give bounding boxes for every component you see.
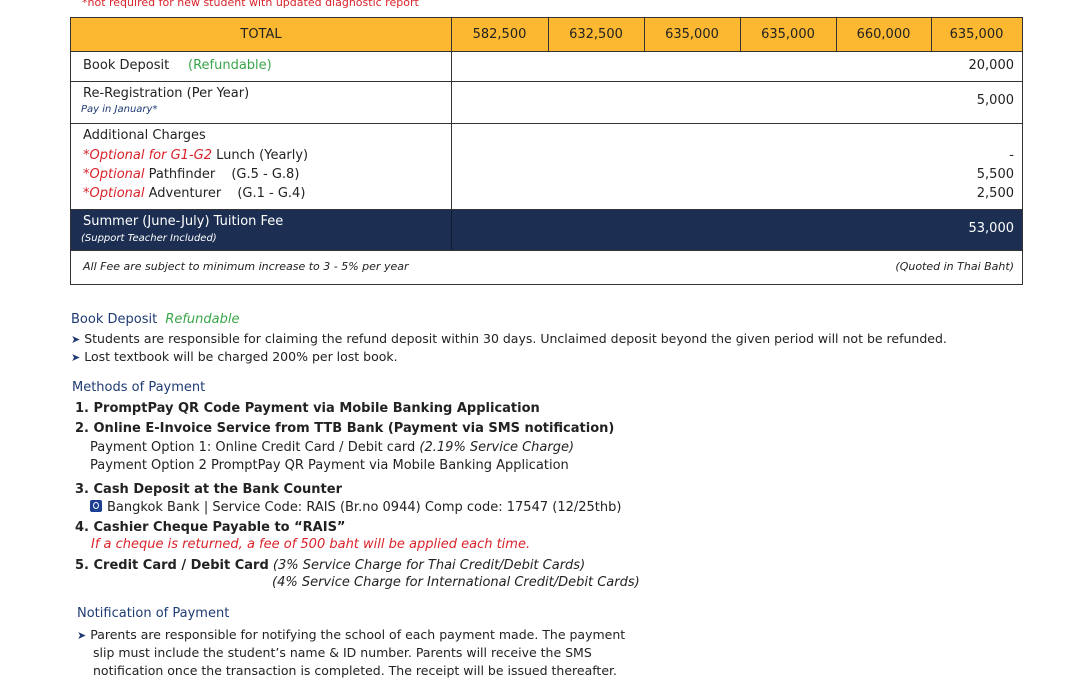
payment-method-5: 5. Credit Card / Debit Card (3% Service … <box>75 558 586 573</box>
additional-item: *Optional Adventurer (G.1 - G.4) <box>83 186 306 201</box>
book-deposit-value: 20,000 <box>968 58 1015 73</box>
re-registration-row: Re-Registration (Per Year) Pay in Januar… <box>70 82 1023 124</box>
additional-value: - <box>1009 148 1014 163</box>
bullet-item: ➤ Students are responsible for claiming t… <box>71 331 947 346</box>
additional-charges-row: Additional Charges *Optional for G1-G2 L… <box>70 124 1023 210</box>
total-label: TOTAL <box>71 18 452 51</box>
table-footer-row: All Fee are subject to minimum increase … <box>70 251 1023 285</box>
book-deposit-label: Book Deposit <box>83 58 170 73</box>
card-note-2: (4% Service Charge for International Cre… <box>272 575 640 590</box>
notification-line: slip must include the student’s name & I… <box>93 645 592 660</box>
additional-title: Additional Charges <box>83 128 206 143</box>
arrow-icon: ➤ <box>71 333 81 346</box>
notification-line: notification once the transaction is com… <box>93 663 617 678</box>
total-value: 582,500 <box>451 18 549 51</box>
cheque-note: If a cheque is returned, a fee of 500 ba… <box>91 537 531 552</box>
total-row: TOTAL 582,500 632,500 635,000 635,000 66… <box>70 17 1023 52</box>
payment-method-1: 1. PromptPay QR Code Payment via Mobile … <box>75 401 540 416</box>
additional-item: *Optional for G1-G2 Lunch (Yearly) <box>83 148 309 163</box>
bangkok-bank-logo-icon <box>90 500 102 512</box>
summer-sub: (Support Teacher Included) <box>81 233 217 244</box>
increase-note: All Fee are subject to minimum increase … <box>83 260 409 273</box>
total-value: 635,000 <box>740 18 837 51</box>
summer-fee-row: Summer (June-July) Tuition Fee (Support … <box>70 210 1023 251</box>
payment-methods-title: Methods of Payment <box>72 380 206 395</box>
re-registration-value: 5,000 <box>976 93 1014 108</box>
total-value: 632,500 <box>548 18 645 51</box>
currency-note: (Quoted in Thai Baht) <box>895 260 1014 273</box>
top-note: *not required for new student with updat… <box>82 0 419 9</box>
payment-option-1: Payment Option 1: Online Credit Card / D… <box>90 440 575 455</box>
arrow-icon: ➤ <box>71 351 81 364</box>
notification-title: Notification of Payment <box>77 606 230 621</box>
additional-item: *Optional Pathfinder (G.5 - G.8) <box>83 167 300 182</box>
summer-label: Summer (June-July) Tuition Fee <box>83 214 284 229</box>
payment-option-2: Payment Option 2 PromptPay QR Payment vi… <box>90 458 569 473</box>
payment-method-2: 2. Online E-Invoice Service from TTB Ban… <box>75 421 615 436</box>
payment-method-3: 3. Cash Deposit at the Bank Counter <box>75 482 342 497</box>
additional-value: 2,500 <box>976 186 1014 201</box>
bullet-item: ➤ Lost textbook will be charged 200% per … <box>71 349 398 364</box>
book-deposit-note: (Refundable) <box>188 58 272 73</box>
fee-table: *not required for new student with updat… <box>70 0 1023 285</box>
arrow-icon: ➤ <box>77 629 87 642</box>
book-deposit-row: Book Deposit (Refundable) 20,000 <box>70 52 1023 82</box>
book-deposit-section-title: Book Deposit Refundable <box>71 312 240 327</box>
total-value: 635,000 <box>949 27 1004 42</box>
payment-method-4: 4. Cashier Cheque Payable to “RAIS” <box>75 520 346 535</box>
total-value: 660,000 <box>836 18 932 51</box>
additional-value: 5,500 <box>976 167 1014 182</box>
summer-value: 53,000 <box>968 221 1015 236</box>
notification-line: ➤ Parents are responsible for notifying t… <box>77 627 626 642</box>
re-registration-label: Re-Registration (Per Year) <box>83 86 250 101</box>
total-value: 635,000 <box>644 18 741 51</box>
re-registration-sub: Pay in January* <box>81 104 158 115</box>
bank-detail: Bangkok Bank | Service Code: RAIS (Br.no… <box>90 500 621 515</box>
